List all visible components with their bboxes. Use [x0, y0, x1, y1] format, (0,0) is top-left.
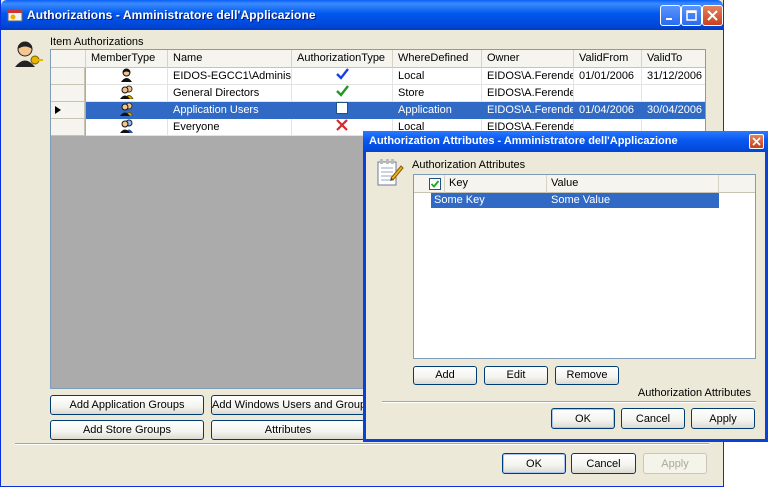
col-owner[interactable]: Owner: [482, 50, 574, 68]
dialog-divider: [382, 401, 756, 403]
cell-wheredefined: Local: [393, 68, 482, 85]
col-validfrom[interactable]: ValidFrom: [574, 50, 642, 68]
row-header[interactable]: [51, 68, 85, 85]
col-wheredefined[interactable]: WhereDefined: [393, 50, 482, 68]
cross-red-icon: [336, 119, 348, 135]
col-name[interactable]: Name: [168, 50, 292, 68]
dialog-titlebar[interactable]: Authorization Attributes - Amministrator…: [363, 131, 768, 152]
checkbox-checked-icon: [429, 178, 441, 190]
attribute-key: Some Key: [434, 194, 485, 206]
cell-authorizationtype[interactable]: [292, 85, 393, 102]
row-header[interactable]: [51, 119, 85, 136]
col-validto[interactable]: ValidTo: [642, 50, 705, 68]
minimize-button[interactable]: [660, 5, 681, 26]
cancel-button[interactable]: Cancel: [571, 453, 636, 474]
cell-validto: [642, 85, 705, 102]
apply-button[interactable]: Apply: [643, 453, 707, 474]
cell-authorizationtype[interactable]: [292, 102, 393, 119]
maximize-icon: [686, 10, 697, 21]
row-header[interactable]: [51, 85, 85, 102]
footer-divider: [15, 443, 709, 445]
attributes-list[interactable]: Key Value Some Key Some Value: [413, 174, 756, 359]
table-row[interactable]: EIDOS-EGCC1\Administrator LocalEIDOS\A.Fe…: [51, 68, 705, 85]
table-row[interactable]: General Directors StoreEIDOS\A.Ferendeles: [51, 85, 705, 102]
row-pointer-icon: [55, 106, 61, 114]
minimize-icon: [666, 18, 672, 20]
dialog-title: Authorization Attributes - Amministrator…: [369, 135, 678, 147]
window-titlebar[interactable]: Authorizations - Amministratore dell'App…: [1, 0, 723, 30]
cell-membertype: [86, 119, 168, 136]
remove-attribute-button[interactable]: Remove: [555, 366, 619, 385]
cell-membertype: [86, 102, 168, 119]
cell-owner: EIDOS\A.Ferendeles: [482, 68, 574, 85]
dialog-close-button[interactable]: [749, 134, 764, 149]
attribute-row[interactable]: Some Key Some Value: [431, 193, 719, 208]
check-blue-icon: [335, 68, 349, 84]
close-icon: [752, 137, 761, 146]
window-title: Authorizations - Amministratore dell'App…: [27, 8, 316, 22]
cell-name: Application Users: [168, 102, 292, 119]
cell-validfrom: 01/04/2006: [574, 102, 642, 119]
add-application-groups-button[interactable]: Add Application Groups: [50, 395, 204, 415]
cell-validto: 30/04/2006: [642, 102, 705, 119]
select-all-checkbox[interactable]: [427, 175, 445, 193]
grid-header: MemberType Name AuthorizationType WhereD…: [51, 50, 705, 68]
app-icon: [7, 9, 23, 22]
cell-membertype: [86, 85, 168, 102]
cell-membertype: [86, 68, 168, 85]
cell-authorizationtype[interactable]: [292, 68, 393, 85]
authorization-attributes-dialog: Authorization Attributes - Amministrator…: [363, 131, 768, 442]
cell-wheredefined: Application: [393, 102, 482, 119]
user-icon: [120, 68, 133, 84]
edit-attribute-button[interactable]: Edit: [484, 366, 548, 385]
everyone-icon: [119, 119, 135, 135]
cell-name: EIDOS-EGCC1\Administrator: [168, 68, 292, 85]
attributes-button[interactable]: Attributes: [211, 420, 365, 440]
col-authorizationtype[interactable]: AuthorizationType: [292, 50, 393, 68]
col-membertype[interactable]: MemberType: [86, 50, 168, 68]
group-icon: [119, 102, 135, 118]
cell-wheredefined: Store: [393, 85, 482, 102]
cell-validto: 31/12/2006: [642, 68, 705, 85]
dialog-cancel-button[interactable]: Cancel: [621, 408, 685, 429]
add-attribute-button[interactable]: Add: [413, 366, 477, 385]
cell-owner: EIDOS\A.Ferendeles: [482, 85, 574, 102]
cell-name: Everyone: [168, 119, 292, 136]
ok-button[interactable]: OK: [502, 453, 566, 474]
notepad-pencil-icon: [377, 159, 404, 186]
dialog-apply-button[interactable]: Apply: [691, 408, 755, 429]
add-store-groups-button[interactable]: Add Store Groups: [50, 420, 204, 440]
cell-validfrom: 01/01/2006: [574, 68, 642, 85]
col-key[interactable]: Key: [445, 175, 547, 193]
col-value[interactable]: Value: [547, 175, 719, 193]
user-key-icon: [15, 41, 43, 67]
attributes-header: Key Value: [414, 175, 755, 193]
grid-corner: [51, 50, 86, 68]
add-windows-users-button[interactable]: Add Windows Users and Groups: [211, 395, 372, 415]
checkbox-empty-icon: [336, 102, 348, 118]
dialog-ok-button[interactable]: OK: [551, 408, 615, 429]
attribute-value: Some Value: [551, 194, 611, 206]
maximize-button[interactable]: [681, 5, 702, 26]
close-button[interactable]: [702, 5, 723, 26]
check-green-icon: [335, 85, 349, 101]
cell-validfrom: [574, 85, 642, 102]
close-icon: [707, 10, 718, 21]
row-header[interactable]: [51, 102, 85, 119]
cell-name: General Directors: [168, 85, 292, 102]
item-authorizations-label: Item Authorizations: [50, 36, 144, 48]
group-icon: [119, 85, 135, 101]
dialog-footer-label: Authorization Attributes: [637, 387, 751, 399]
dialog-group-label: Authorization Attributes: [412, 159, 526, 171]
table-row[interactable]: Application Users Application EIDOS\A.Fere…: [51, 102, 705, 119]
cell-owner: EIDOS\A.Ferendeles: [482, 102, 574, 119]
